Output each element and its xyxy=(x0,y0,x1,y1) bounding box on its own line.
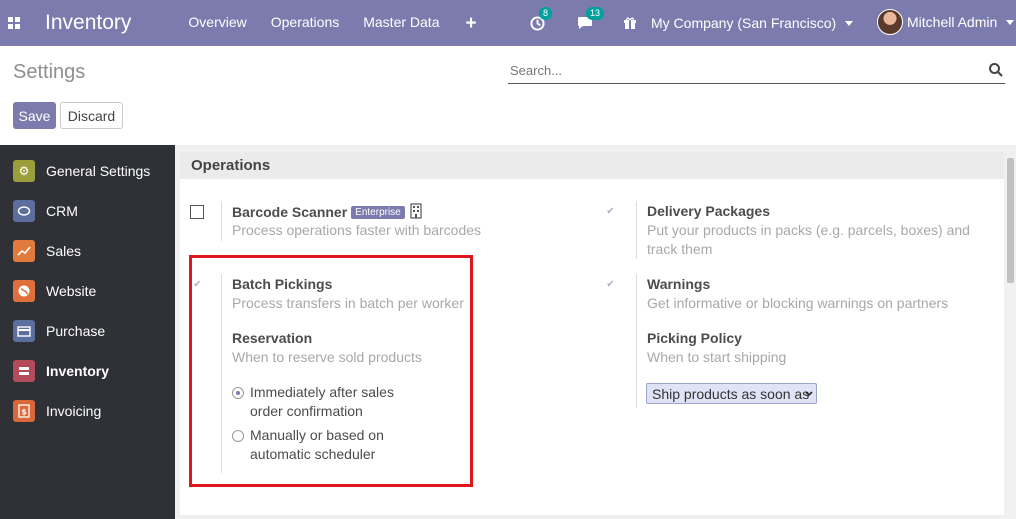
picking-policy-value: Ship products as soon as xyxy=(652,385,810,402)
barcode-scanner-checkbox[interactable] xyxy=(190,205,204,219)
messages-badge: 13 xyxy=(586,7,605,20)
barcode-scanner-label: Barcode Scanner xyxy=(232,204,348,220)
activity-badge: 8 xyxy=(539,6,553,20)
section-header xyxy=(180,152,1004,179)
warnings-label: Warnings xyxy=(647,276,711,292)
sidebar-item-label: Website xyxy=(46,283,97,299)
delivery-packages-description: Put your products in packs (e.g. parcels… xyxy=(647,222,970,257)
sidebar-item-label: Inventory xyxy=(46,363,110,379)
gift-icon xyxy=(624,17,636,29)
user-name: Mitchell Admin xyxy=(907,14,998,30)
sidebar-item-general-settings[interactable]: ⚙ General Settings xyxy=(0,151,175,191)
discard-button[interactable]: Discard xyxy=(60,102,123,129)
building-icon xyxy=(410,203,422,219)
sidebar-item-invoicing[interactable]: $ Invoicing xyxy=(0,391,175,431)
section-title: Operations xyxy=(191,157,271,174)
divider xyxy=(636,201,637,259)
chevron-down-icon xyxy=(845,20,854,26)
highlight-box xyxy=(189,255,473,487)
warnings-description: Get informative or blocking warnings on … xyxy=(647,295,949,311)
scroll-thumb[interactable] xyxy=(1007,158,1014,283)
page-title: Settings xyxy=(13,61,86,83)
picking-policy-description: When to start shipping xyxy=(647,349,787,365)
divider xyxy=(221,201,222,241)
sidebar-item-label: CRM xyxy=(46,203,78,219)
barcode-scanner-setting: Barcode Scanner Enterprise xyxy=(232,203,422,220)
handshake-icon xyxy=(13,200,35,222)
avatar xyxy=(877,9,903,35)
globe-icon xyxy=(13,280,35,302)
enterprise-badge: Enterprise xyxy=(351,206,405,219)
dollar-icon: $ xyxy=(13,400,35,422)
warnings-checkbox[interactable]: ✔ xyxy=(604,278,617,291)
company-switcher[interactable]: My Company (San Francisco) xyxy=(651,15,854,31)
picking-policy-label: Picking Policy xyxy=(647,330,742,346)
search-input[interactable]: Search... xyxy=(508,63,988,78)
sidebar-item-sales[interactable]: Sales xyxy=(0,231,175,271)
menu-operations[interactable]: Operations xyxy=(271,14,339,33)
sidebar-item-label: Sales xyxy=(46,243,82,259)
scrollbar[interactable] xyxy=(1005,158,1016,515)
sidebar-item-label: Purchase xyxy=(46,323,106,339)
company-name: My Company (San Francisco) xyxy=(651,15,837,31)
menu-overview[interactable]: Overview xyxy=(188,14,246,33)
sidebar-item-purchase[interactable]: Purchase xyxy=(0,311,175,351)
card-icon xyxy=(13,320,35,342)
plus-menu-icon[interactable]: + xyxy=(465,14,476,33)
sidebar-item-crm[interactable]: CRM xyxy=(0,191,175,231)
sidebar-item-label: Invoicing xyxy=(46,403,102,419)
messages-button[interactable]: 13 xyxy=(577,7,605,30)
user-menu[interactable]: Mitchell Admin xyxy=(877,9,1015,35)
activity-button[interactable]: 8 xyxy=(530,6,553,31)
barcode-scanner-description: Process operations faster with barcodes xyxy=(232,222,482,238)
sidebar-item-website[interactable]: Website xyxy=(0,271,175,311)
chevron-down-icon xyxy=(805,391,813,397)
app-title[interactable]: Inventory xyxy=(45,11,131,35)
boxes-icon xyxy=(13,360,35,382)
menu-master-data[interactable]: Master Data xyxy=(363,14,439,33)
apps-menu-icon[interactable] xyxy=(1,0,27,46)
delivery-packages-checkbox[interactable]: ✔ xyxy=(604,205,617,218)
top-navbar: Inventory Overview Operations Master Dat… xyxy=(0,0,1016,46)
search-bar[interactable]: Search... xyxy=(508,57,1005,84)
chart-icon xyxy=(13,240,35,262)
save-button[interactable]: Save xyxy=(13,102,56,129)
svg-text:$: $ xyxy=(21,408,27,417)
gear-icon: ⚙ xyxy=(13,160,35,182)
settings-sidebar: ⚙ General Settings CRM Sales Website Pur… xyxy=(0,145,175,519)
sidebar-item-label: General Settings xyxy=(46,163,151,179)
systray: 8 13 My Company (San Francisco) xyxy=(530,0,854,46)
search-icon[interactable] xyxy=(988,62,1004,78)
gift-button[interactable] xyxy=(623,16,637,30)
sidebar-item-inventory[interactable]: Inventory xyxy=(0,351,175,391)
picking-policy-select[interactable]: Ship products as soon as xyxy=(646,383,817,404)
chevron-down-icon xyxy=(1006,19,1015,25)
divider xyxy=(636,274,637,408)
delivery-packages-label: Delivery Packages xyxy=(647,203,770,219)
